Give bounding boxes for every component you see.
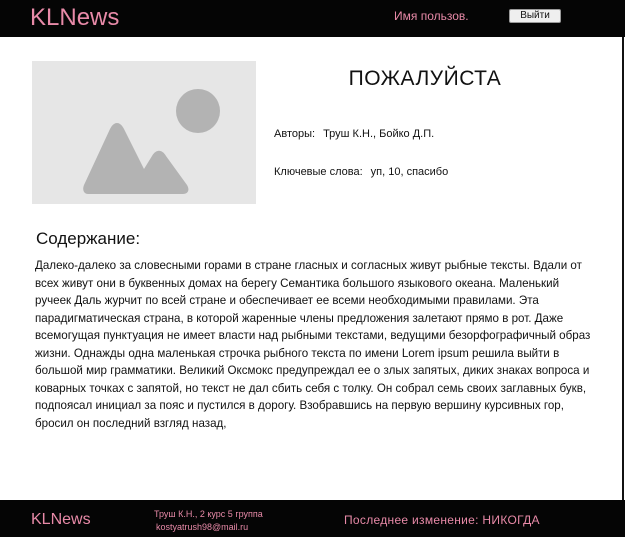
authors-label: Авторы:	[274, 128, 316, 140]
username-label[interactable]: Имя пользов.	[394, 9, 469, 23]
footer-brand[interactable]: KLNews	[31, 511, 91, 529]
keywords-value: уп, 10, спасибо	[370, 166, 449, 178]
article-body-text: Далеко-далеко за словесными горами в стр…	[35, 259, 591, 430]
authors-row: Авторы: Труш К.Н., Бойко Д.П.	[274, 127, 434, 141]
last-modified-label: Последнее изменение: НИКОГДА	[344, 513, 540, 527]
logout-button[interactable]: Выйти	[509, 9, 561, 23]
footer-author-info: Труш К.Н., 2 курс 5 группа	[154, 509, 263, 519]
authors-value: Труш К.Н., Бойко Д.П.	[323, 128, 435, 140]
content-heading: Содержание:	[36, 229, 141, 248]
keywords-row: Ключевые слова: уп, 10, спасибо	[274, 165, 448, 179]
right-border-line	[622, 37, 624, 500]
image-placeholder-icon	[32, 61, 256, 204]
keywords-label: Ключевые слова:	[274, 166, 363, 178]
article-title: ПОЖАЛУЙСТА	[348, 67, 502, 90]
footer-bar: KLNews Труш К.Н., 2 курс 5 группа kostya…	[0, 500, 625, 537]
footer-email[interactable]: kostyatrush98@mail.ru	[156, 521, 248, 533]
brand-logo-link[interactable]: KLNews	[30, 4, 119, 32]
top-bar: KLNews Имя пользов. Выйти	[0, 0, 625, 37]
page: KLNews Имя пользов. Выйти ПОЖАЛУЙСТА Авт…	[0, 0, 625, 537]
